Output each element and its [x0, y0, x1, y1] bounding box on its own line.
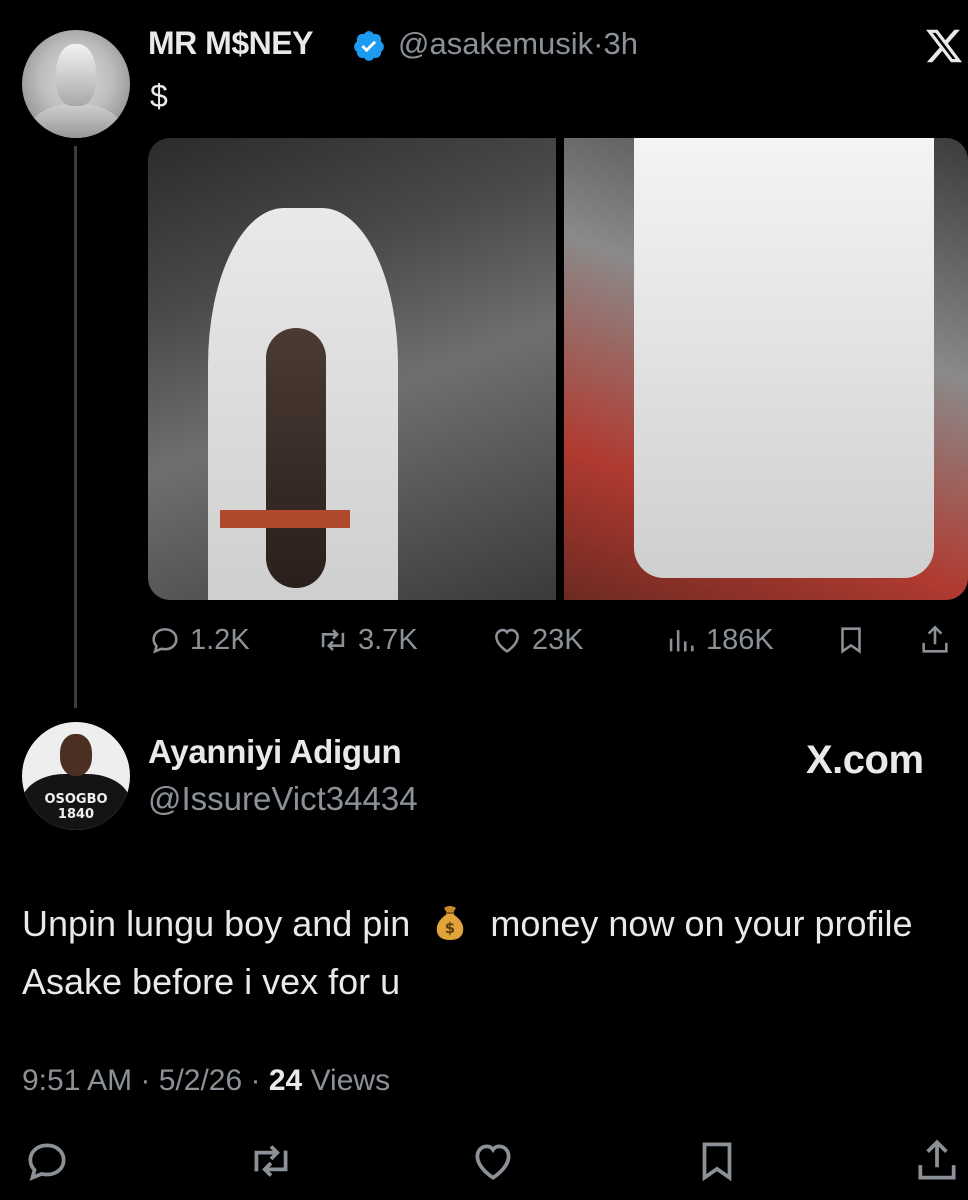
share-icon[interactable]: [912, 1136, 962, 1186]
money-bag-icon: $: [437, 906, 464, 940]
tweet-actions: 1.2K 3.7K 23K 186K: [148, 615, 968, 665]
reply-count: 1.2K: [190, 623, 250, 656]
reply-button[interactable]: 1.2K: [148, 615, 250, 665]
avatar-head: [60, 734, 92, 776]
heart-icon[interactable]: [468, 1136, 518, 1186]
avatar[interactable]: [22, 30, 130, 138]
avatar-shirt-line: 1840: [57, 807, 95, 822]
like-button[interactable]: 23K: [490, 615, 584, 665]
reply-meta: 9:51 AM · 5/2/26 · 24 Views: [22, 1064, 390, 1098]
photo-right[interactable]: [564, 138, 968, 600]
analytics-icon: [669, 630, 694, 652]
bookmark-icon: [841, 627, 861, 654]
repost-icon[interactable]: [246, 1136, 296, 1186]
tweet-text: $: [150, 78, 168, 114]
reply-time[interactable]: 9:51 AM: [22, 1064, 132, 1097]
photo-left[interactable]: [148, 138, 556, 600]
views-count: 186K: [706, 623, 774, 656]
heart-icon: [495, 628, 519, 653]
repost-button[interactable]: 3.7K: [316, 615, 418, 665]
reply-icon[interactable]: [22, 1136, 72, 1186]
reply-views-count: 24: [268, 1064, 303, 1097]
media-divider: [556, 138, 564, 600]
avatar-shoulders: [32, 104, 120, 138]
photo-belt: [220, 510, 350, 528]
avatar-shirt-text: OSOGBO 1840: [40, 792, 112, 822]
repost-count: 3.7K: [358, 623, 418, 656]
reply-actions: [0, 1132, 968, 1192]
reply-avatar[interactable]: OSOGBO 1840: [22, 722, 130, 830]
like-count: 23K: [532, 623, 584, 656]
meta-separator: ·: [140, 1064, 151, 1097]
tweet-time: 3h: [603, 26, 638, 61]
views-button[interactable]: 186K: [664, 615, 774, 665]
photo-arm: [266, 328, 326, 588]
author-handle-and-time[interactable]: @asakemusik·3h: [398, 26, 638, 62]
svg-text:$: $: [445, 919, 455, 937]
xcom-watermark: X.com: [806, 738, 924, 782]
reply-views-label: Views: [310, 1064, 391, 1097]
author-name[interactable]: MR M$NEY: [148, 25, 313, 62]
reply-date[interactable]: 5/2/26: [159, 1064, 242, 1097]
repost-icon: [321, 629, 345, 651]
reply-icon: [152, 628, 178, 654]
time-separator: ·: [593, 26, 604, 61]
x-logo-icon: [926, 29, 963, 63]
avatar-face: [56, 44, 96, 106]
reply-text-part1: Unpin lungu boy and pin: [22, 903, 411, 944]
avatar-shirt-line: OSOGBO: [44, 792, 108, 807]
meta-separator: ·: [250, 1064, 261, 1097]
author-handle: @asakemusik: [398, 26, 594, 61]
bookmark-button[interactable]: [834, 615, 868, 665]
thread-connector-line: [74, 146, 77, 708]
share-button[interactable]: [918, 615, 952, 665]
verified-badge-icon: [354, 31, 384, 61]
media-grid[interactable]: [148, 138, 968, 600]
reply-author-handle[interactable]: @IssureVict34434: [148, 780, 418, 818]
reply-text: Unpin lungu boy and pin $ money now on y…: [22, 895, 942, 1011]
photo-figure: [634, 138, 934, 578]
share-icon: [922, 625, 948, 653]
reply-author-name[interactable]: Ayanniyi Adigun: [148, 733, 402, 771]
bookmark-icon[interactable]: [692, 1136, 742, 1186]
